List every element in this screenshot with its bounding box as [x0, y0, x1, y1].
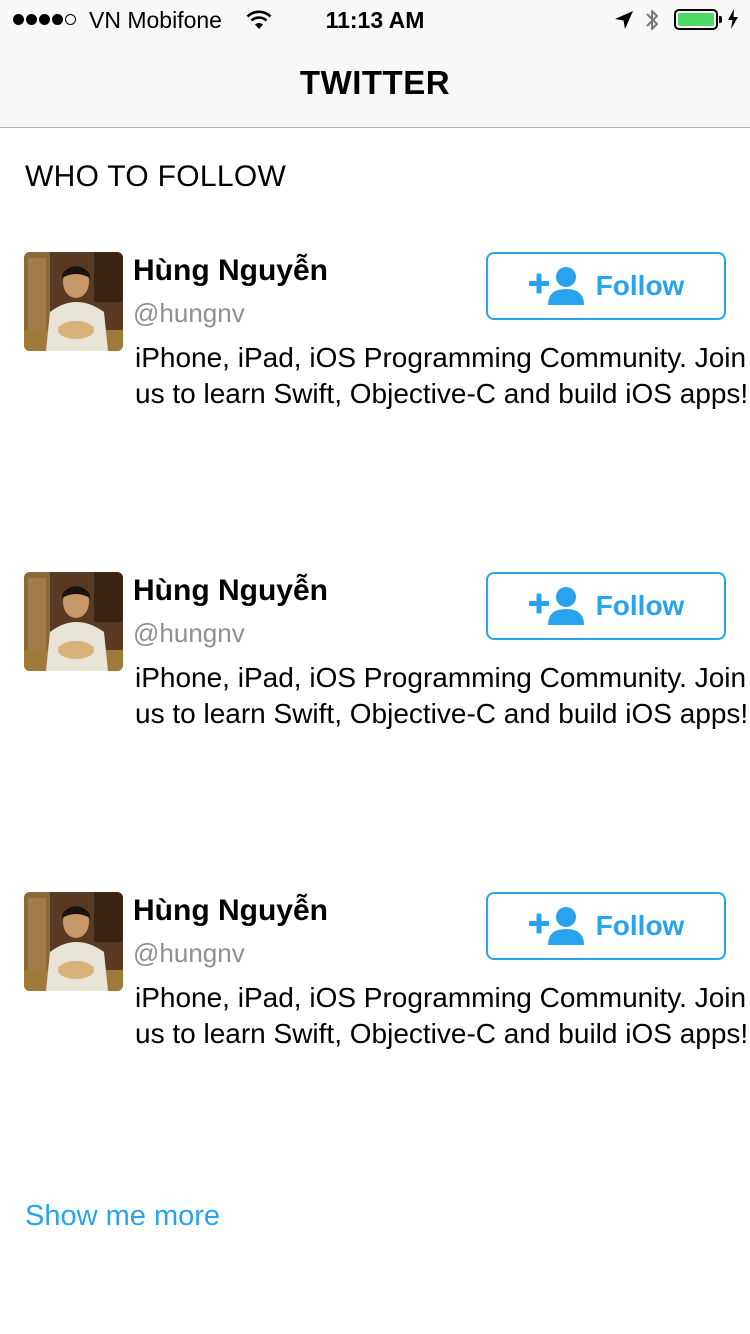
suggestion-card: Hùng Nguyễn @hungnv iPhone, iPad, iOS Pr… — [0, 572, 750, 892]
follow-button-label: Follow — [595, 270, 685, 301]
charging-bolt-icon — [728, 9, 738, 29]
follow-button[interactable]: Follow — [486, 572, 726, 640]
user-name[interactable]: Hùng Nguyễn — [133, 254, 328, 288]
clock: 11:13 AM — [325, 7, 425, 33]
follow-button-label: Follow — [595, 590, 685, 621]
user-name[interactable]: Hùng Nguyễn — [133, 894, 328, 928]
add-user-icon — [528, 587, 584, 625]
section-title: WHO TO FOLLOW — [25, 160, 287, 193]
battery-icon — [674, 9, 722, 30]
avatar[interactable] — [24, 572, 123, 671]
user-bio: iPhone, iPad, iOS Programming Community.… — [135, 662, 749, 729]
avatar[interactable] — [24, 252, 123, 351]
avatar[interactable] — [24, 892, 123, 991]
bluetooth-icon — [646, 10, 658, 30]
user-bio: iPhone, iPad, iOS Programming Community.… — [135, 342, 749, 409]
user-handle: @hungnv — [133, 618, 245, 648]
follow-button[interactable]: Follow — [486, 252, 726, 320]
navigation-bar: VN Mobifone 11:13 AM TWITTER — [0, 0, 750, 128]
user-bio: iPhone, iPad, iOS Programming Community.… — [135, 982, 749, 1049]
add-user-icon — [528, 267, 584, 305]
show-more-link[interactable]: Show me more — [25, 1200, 220, 1233]
add-user-icon — [528, 907, 584, 945]
page-title: TWITTER — [299, 64, 451, 101]
suggestion-card: Hùng Nguyễn @hungnv iPhone, iPad, iOS Pr… — [0, 892, 750, 1212]
user-name[interactable]: Hùng Nguyễn — [133, 574, 328, 608]
battery-level — [678, 13, 714, 26]
user-handle: @hungnv — [133, 298, 245, 328]
location-arrow-icon — [615, 11, 633, 29]
user-handle: @hungnv — [133, 938, 245, 968]
follow-button[interactable]: Follow — [486, 892, 726, 960]
status-bar: VN Mobifone 11:13 AM — [0, 0, 750, 40]
suggestion-card: Hùng Nguyễn @hungnv iPhone, iPad, iOS Pr… — [0, 252, 750, 572]
follow-button-label: Follow — [595, 910, 685, 941]
